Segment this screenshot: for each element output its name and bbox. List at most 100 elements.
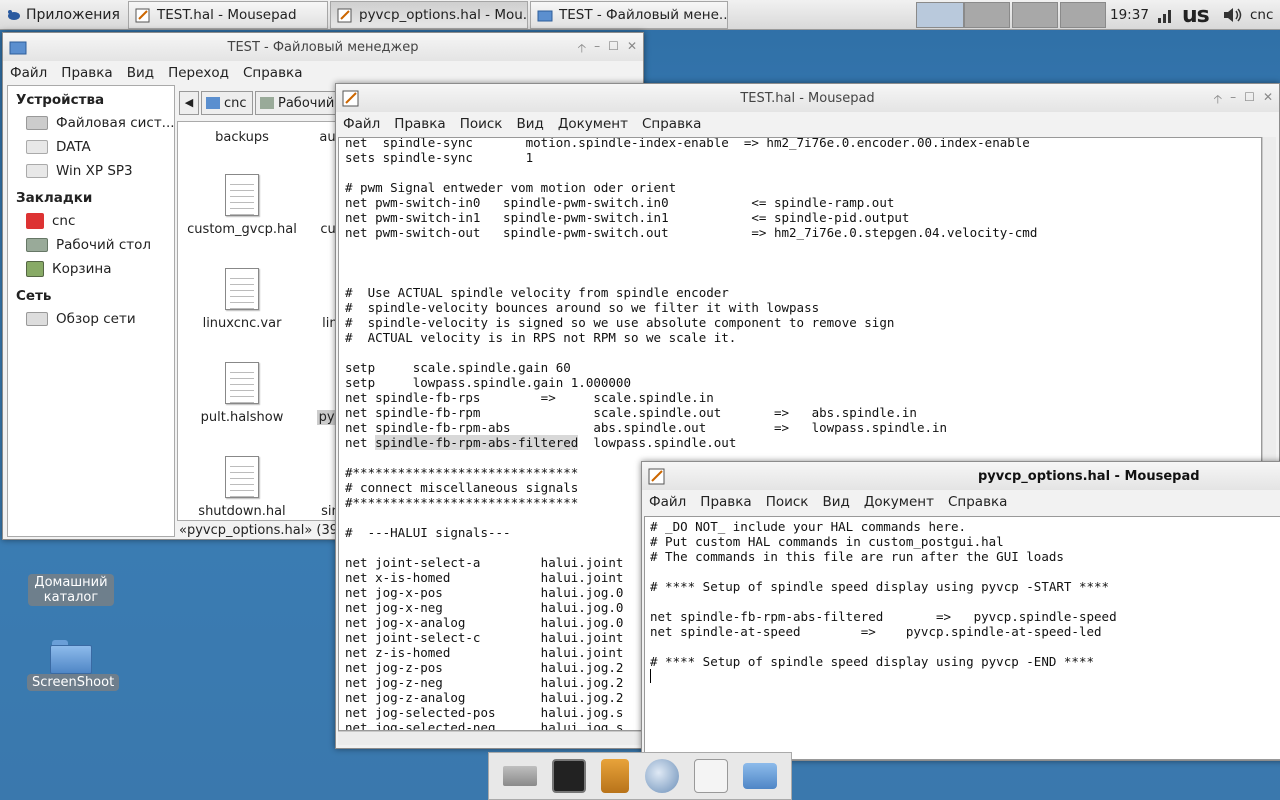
keyboard-layout[interactable]: us [1182,0,1210,30]
window-title: TEST - Файловый менеджер [227,39,419,55]
sidebar-item-cnc[interactable]: cnc [8,210,174,234]
workspace-4[interactable] [1060,2,1106,28]
editor-text-top: net spindle-sync motion.spindle-index-en… [345,137,1038,435]
status-bar: «pyvcp_options.hal» (39 [179,523,339,538]
sidebar-item-desktop[interactable]: Рабочий стол [8,234,174,258]
menu-help[interactable]: Справка [635,116,708,132]
file-label: linuxcnc.var [202,316,282,331]
workspace-2[interactable] [964,2,1010,28]
desktop-screenshoot-label: ScreenShoot [27,674,120,691]
highlighted-selection: spindle-fb-rpm-abs-filtered [375,435,579,450]
task-pyvcp-options[interactable]: pyvcp_options.hal - Mou... [330,1,528,29]
desktop-icon [260,97,274,109]
clock[interactable]: 19:37 [1110,0,1149,30]
back-arrow-icon[interactable]: ◀ [179,91,199,115]
minimize-icon[interactable]: – [594,39,600,60]
file-pyvcp[interactable]: pyvc [274,410,336,425]
app-finder-icon[interactable] [693,759,728,793]
menu-edit[interactable]: Правка [387,116,452,132]
file-linu[interactable]: linu [274,316,336,331]
file-manager-sidebar: Устройства Файловая сист... DATA Win XP … [7,85,175,537]
menu-document[interactable]: Документ [857,494,941,510]
network-icon[interactable] [1156,6,1176,24]
file-auto[interactable]: auto [274,130,336,145]
terminal-icon[interactable] [551,759,586,793]
pyvcp-options-editor[interactable]: # _DO NOT_ include your HAL commands her… [644,516,1280,760]
menu-file[interactable]: Файл [336,116,387,132]
folder-icon [537,10,553,22]
test-hal-titlebar[interactable]: TEST.hal - Mousepad 🡡 – ☐ ✕ [336,84,1279,112]
mousepad-icon [342,90,359,107]
drive-icon [26,140,48,154]
keep-above-icon[interactable]: 🡡 [578,39,587,60]
menu-edit[interactable]: Правка [54,65,119,81]
menu-help[interactable]: Справка [941,494,1014,510]
sidebar-item-winxp[interactable]: Win XP SP3 [8,160,174,184]
web-browser-icon[interactable] [644,759,679,793]
task-test-hal[interactable]: TEST.hal - Mousepad [128,1,328,29]
file-manager-icon[interactable] [601,759,630,793]
file-manager-titlebar[interactable]: TEST - Файловый менеджер 🡡 – ☐ ✕ [3,33,643,61]
sidebar-item-label: Win XP SP3 [56,163,133,179]
editor-line-prefix: net [345,435,376,450]
user-name[interactable]: cnc [1250,0,1273,30]
bottom-dock [488,752,792,800]
sidebar-item-label: Рабочий стол [56,237,151,253]
sidebar-item-network[interactable]: Обзор сети [8,308,174,332]
desktop-home-label: Домашний каталог [28,574,114,606]
path-label: Рабочий [278,95,335,111]
mousepad-icon [337,8,352,23]
sidebar-item-trash[interactable]: Корзина [8,258,174,282]
menu-view[interactable]: Вид [815,494,856,510]
network-browse-icon [26,312,48,326]
test-hal-menubar: Файл Правка Поиск Вид Документ Справка [336,112,1279,136]
workspace-1[interactable] [916,2,964,28]
volume-icon[interactable] [1222,6,1244,24]
xfce-mouse-icon [8,10,20,20]
file-cust[interactable]: cust [274,222,336,237]
close-icon[interactable]: ✕ [1263,90,1273,111]
folder-icon [50,640,92,674]
sidebar-item-label: Файловая сист... [56,115,174,131]
minimize-icon[interactable]: – [1230,90,1236,111]
path-button-cnc[interactable]: cnc [201,91,253,115]
show-desktop-icon[interactable] [502,766,537,786]
folder-icon [206,97,220,109]
maximize-icon[interactable]: ☐ [608,39,619,60]
keep-above-icon[interactable]: 🡡 [1214,90,1223,111]
desktop-screenshoot-folder[interactable]: ScreenShoot [27,640,120,691]
window-title: pyvcp_options.hal - Mousepad [978,468,1200,484]
applications-menu[interactable]: Приложения [2,2,128,28]
menu-go[interactable]: Переход [161,65,236,81]
maximize-icon[interactable]: ☐ [1244,90,1255,111]
task-label: TEST - Файловый мене... [559,7,728,23]
bookmarks-header: Закладки [16,190,93,206]
menu-view[interactable]: Вид [509,116,550,132]
desktop-home-folder[interactable]: Домашний каталог [28,540,114,606]
sidebar-item-label: Обзор сети [56,311,136,327]
file-sinc[interactable]: sinc [274,504,336,519]
path-button-desktop[interactable]: Рабочий [255,91,345,115]
menu-file[interactable]: Файл [642,494,693,510]
sidebar-item-data[interactable]: DATA [8,136,174,160]
path-label: cnc [224,95,247,111]
pyvcp-options-window: pyvcp_options.hal - Mousepad Файл Правка… [641,461,1280,761]
drive-icon [26,164,48,178]
editor-text: # _DO NOT_ include your HAL commands her… [650,519,1117,669]
pyvcp-options-menubar: Файл Правка Поиск Вид Документ Справка [642,490,1280,514]
close-icon[interactable]: ✕ [627,39,637,60]
task-file-manager[interactable]: TEST - Файловый мене... [530,1,728,29]
menu-search[interactable]: Поиск [453,116,510,132]
text-file-icon [225,362,259,404]
menu-search[interactable]: Поиск [759,494,816,510]
sidebar-item-filesystem[interactable]: Файловая сист... [8,112,174,136]
text-file-icon [225,268,259,310]
menu-view[interactable]: Вид [120,65,161,81]
pyvcp-options-titlebar[interactable]: pyvcp_options.hal - Mousepad [642,462,1280,490]
menu-file[interactable]: Файл [3,65,54,81]
menu-edit[interactable]: Правка [693,494,758,510]
workspace-3[interactable] [1012,2,1058,28]
menu-help[interactable]: Справка [236,65,309,81]
folder-icon[interactable] [743,763,778,789]
menu-document[interactable]: Документ [551,116,635,132]
